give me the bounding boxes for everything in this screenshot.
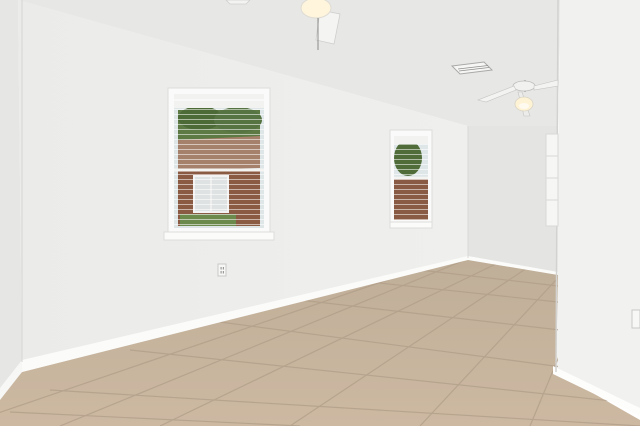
right-window: [389, 129, 433, 229]
right-near-wall: [556, 0, 640, 412]
electrical-outlet-icon: [217, 263, 227, 277]
left-window: [163, 87, 275, 241]
wall-niche-shelves: [545, 133, 559, 227]
room-scene: [0, 0, 640, 426]
electrical-outlet-right-icon: [631, 309, 640, 329]
back-wall: [468, 126, 558, 274]
